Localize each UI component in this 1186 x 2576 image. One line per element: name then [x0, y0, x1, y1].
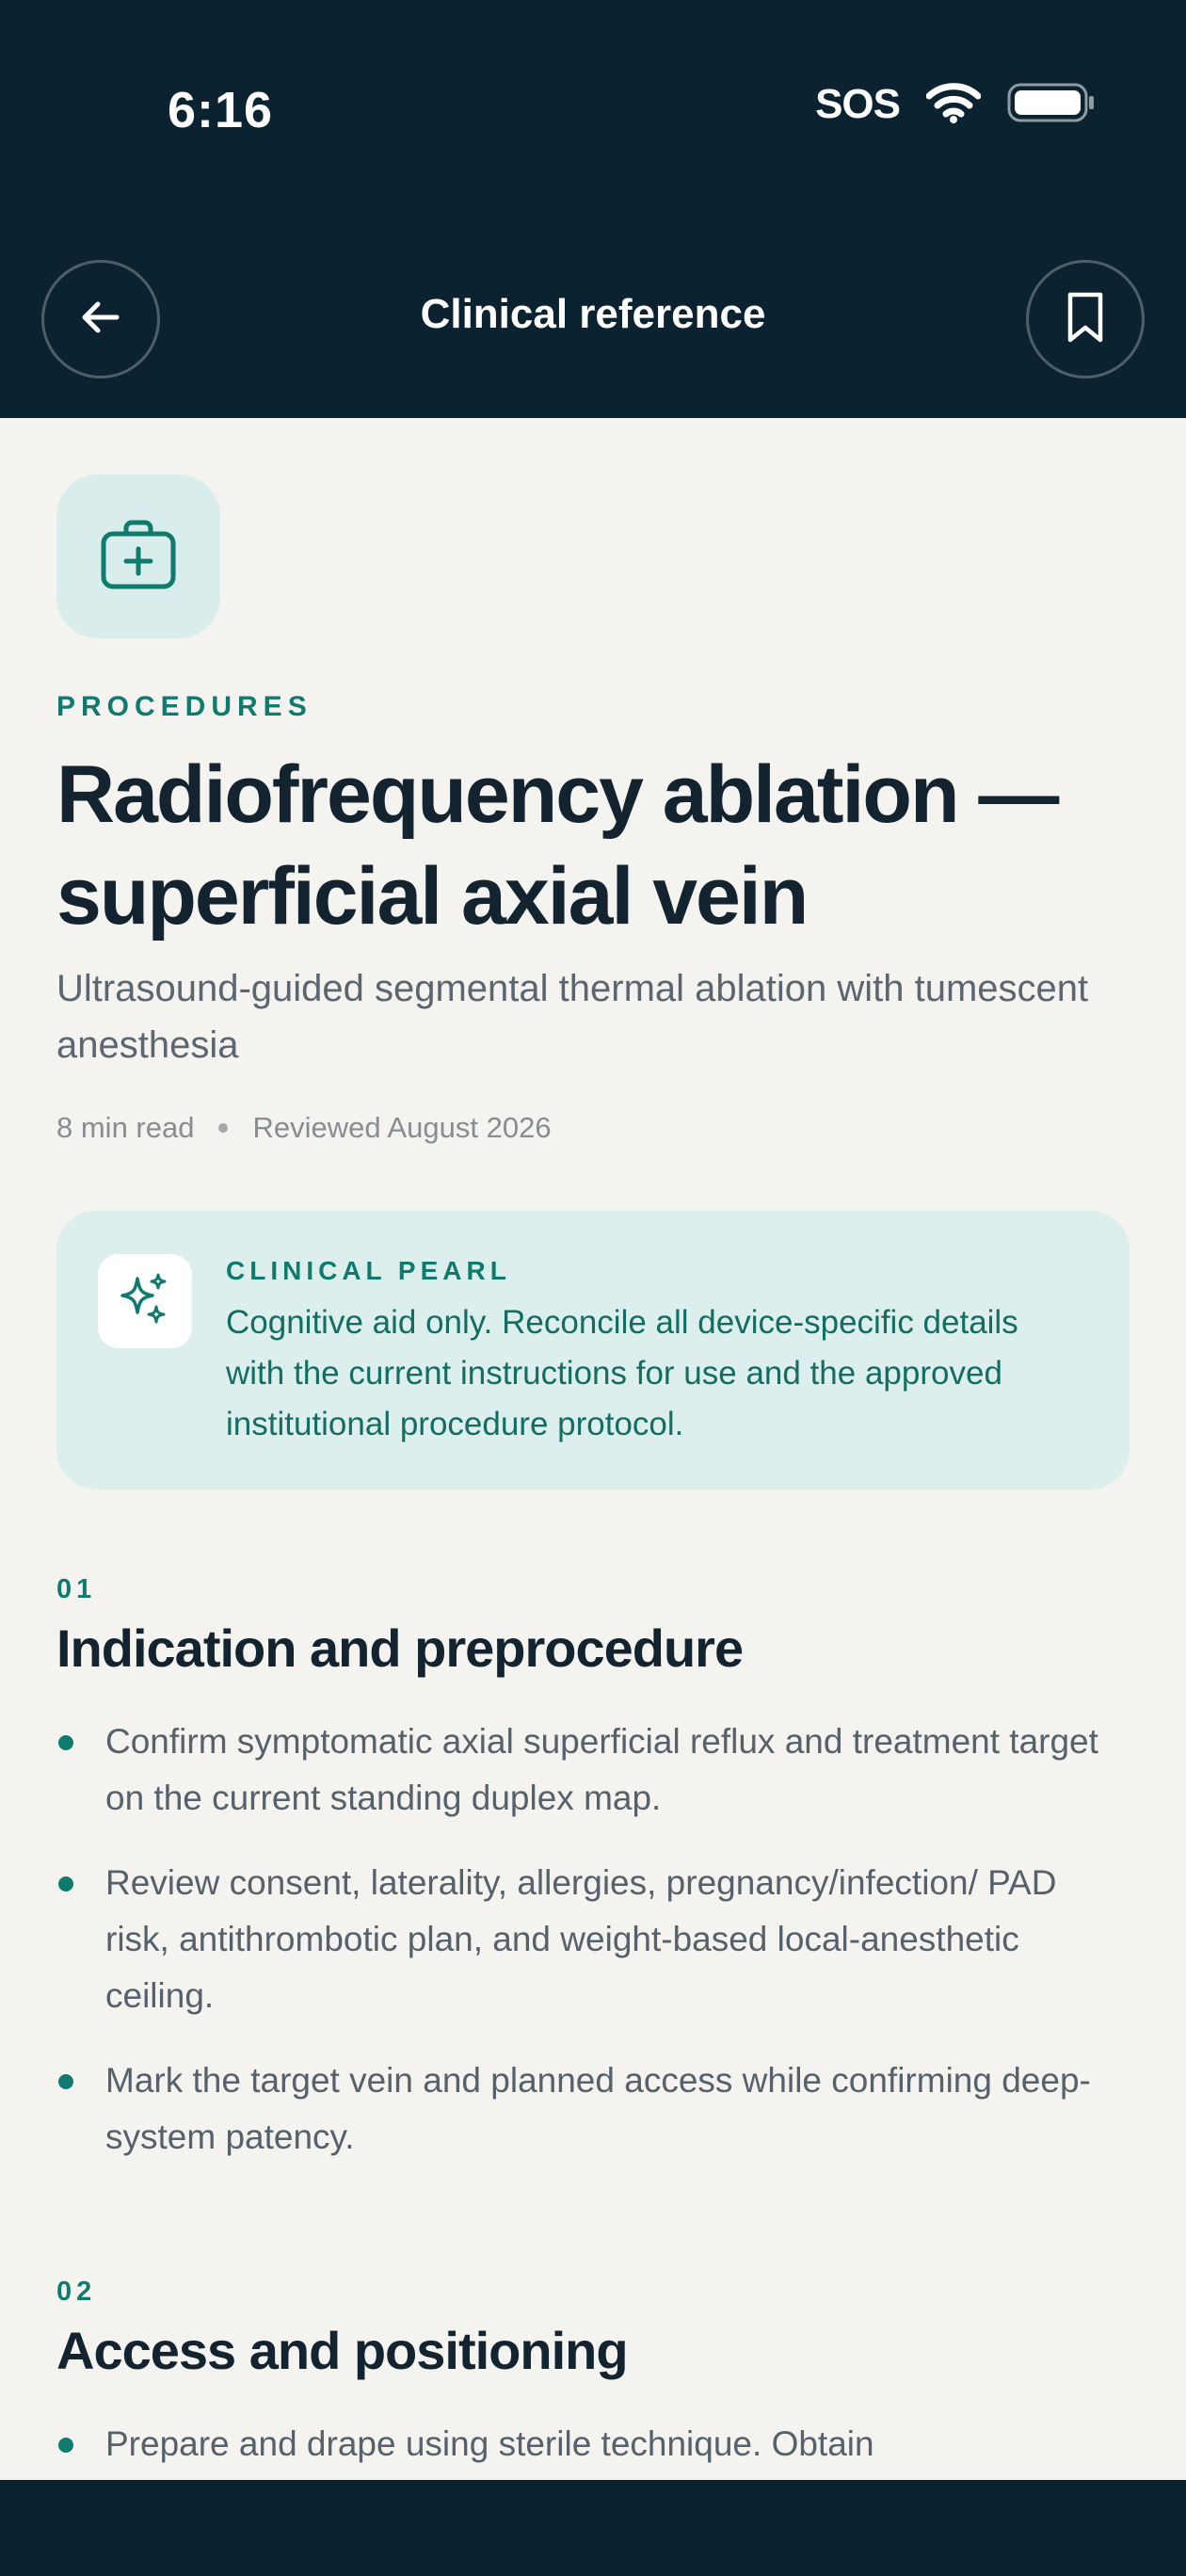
sos-indicator: SOS — [815, 81, 901, 127]
article-subtitle: Ultrasound-guided segmental thermal abla… — [56, 968, 1089, 1066]
list-item-text: Mark the target vein and planned access … — [105, 2061, 1091, 2156]
list-item-text: Review consent, laterality, allergies, p… — [105, 1863, 1057, 2015]
bullet-dot — [58, 2074, 73, 2089]
bookmark-button[interactable] — [1026, 260, 1145, 378]
category-tile — [56, 475, 220, 638]
list-item: Mark the target vein and planned access … — [56, 2053, 1130, 2165]
reviewed-date: Reviewed August 2026 — [252, 1111, 552, 1144]
clinical-pearl-card: CLINICAL PEARL Cognitive aid only. Recon… — [56, 1211, 1130, 1489]
meta-separator — [218, 1123, 229, 1133]
list-item: Review consent, laterality, allergies, p… — [56, 1855, 1130, 2024]
pearl-icon-tile — [98, 1254, 192, 1348]
section-list: Confirm symptomatic axial superficial re… — [56, 1714, 1130, 2194]
section-number: 02 — [56, 2277, 97, 2307]
list-item: Confirm symptomatic axial superficial re… — [56, 1714, 1130, 1827]
read-time: 8 min read — [56, 1111, 195, 1144]
battery-icon — [1007, 82, 1096, 128]
page-title: Radiofrequency ablation — superficial ax… — [56, 749, 1059, 942]
list-item-text: Confirm symptomatic axial superficial re… — [105, 1722, 1098, 1817]
category-label: PROCEDURES — [56, 691, 313, 722]
bullet-dot — [58, 2438, 73, 2453]
app-header: 6:16 SOS Clinical reference — [0, 0, 1186, 418]
bullet-dot — [58, 1876, 73, 1892]
list-item-text: Prepare and drape using sterile techniqu… — [105, 2424, 874, 2463]
medical-kit-icon — [100, 519, 177, 595]
pearl-label: CLINICAL PEARL — [226, 1256, 511, 1285]
nav-title: Clinical reference — [420, 291, 766, 337]
section-title: Indication and preprocedure — [56, 1618, 744, 1678]
article-meta: 8 min read Reviewed August 2026 — [56, 1111, 552, 1145]
bookmark-icon — [1065, 291, 1106, 348]
bullet-dot — [58, 1735, 73, 1750]
bottom-bar — [0, 2480, 1186, 2576]
sparkles-icon — [115, 1269, 175, 1334]
wifi-icon — [925, 82, 982, 128]
pearl-text: Cognitive aid only. Reconcile all device… — [226, 1304, 1018, 1442]
status-indicators: SOS — [815, 81, 1096, 128]
section-title: Access and positioning — [56, 2321, 629, 2380]
status-time: 6:16 — [168, 82, 274, 138]
section-number: 01 — [56, 1574, 97, 1604]
list-item: Prepare and drape using sterile techniqu… — [56, 2416, 1130, 2472]
